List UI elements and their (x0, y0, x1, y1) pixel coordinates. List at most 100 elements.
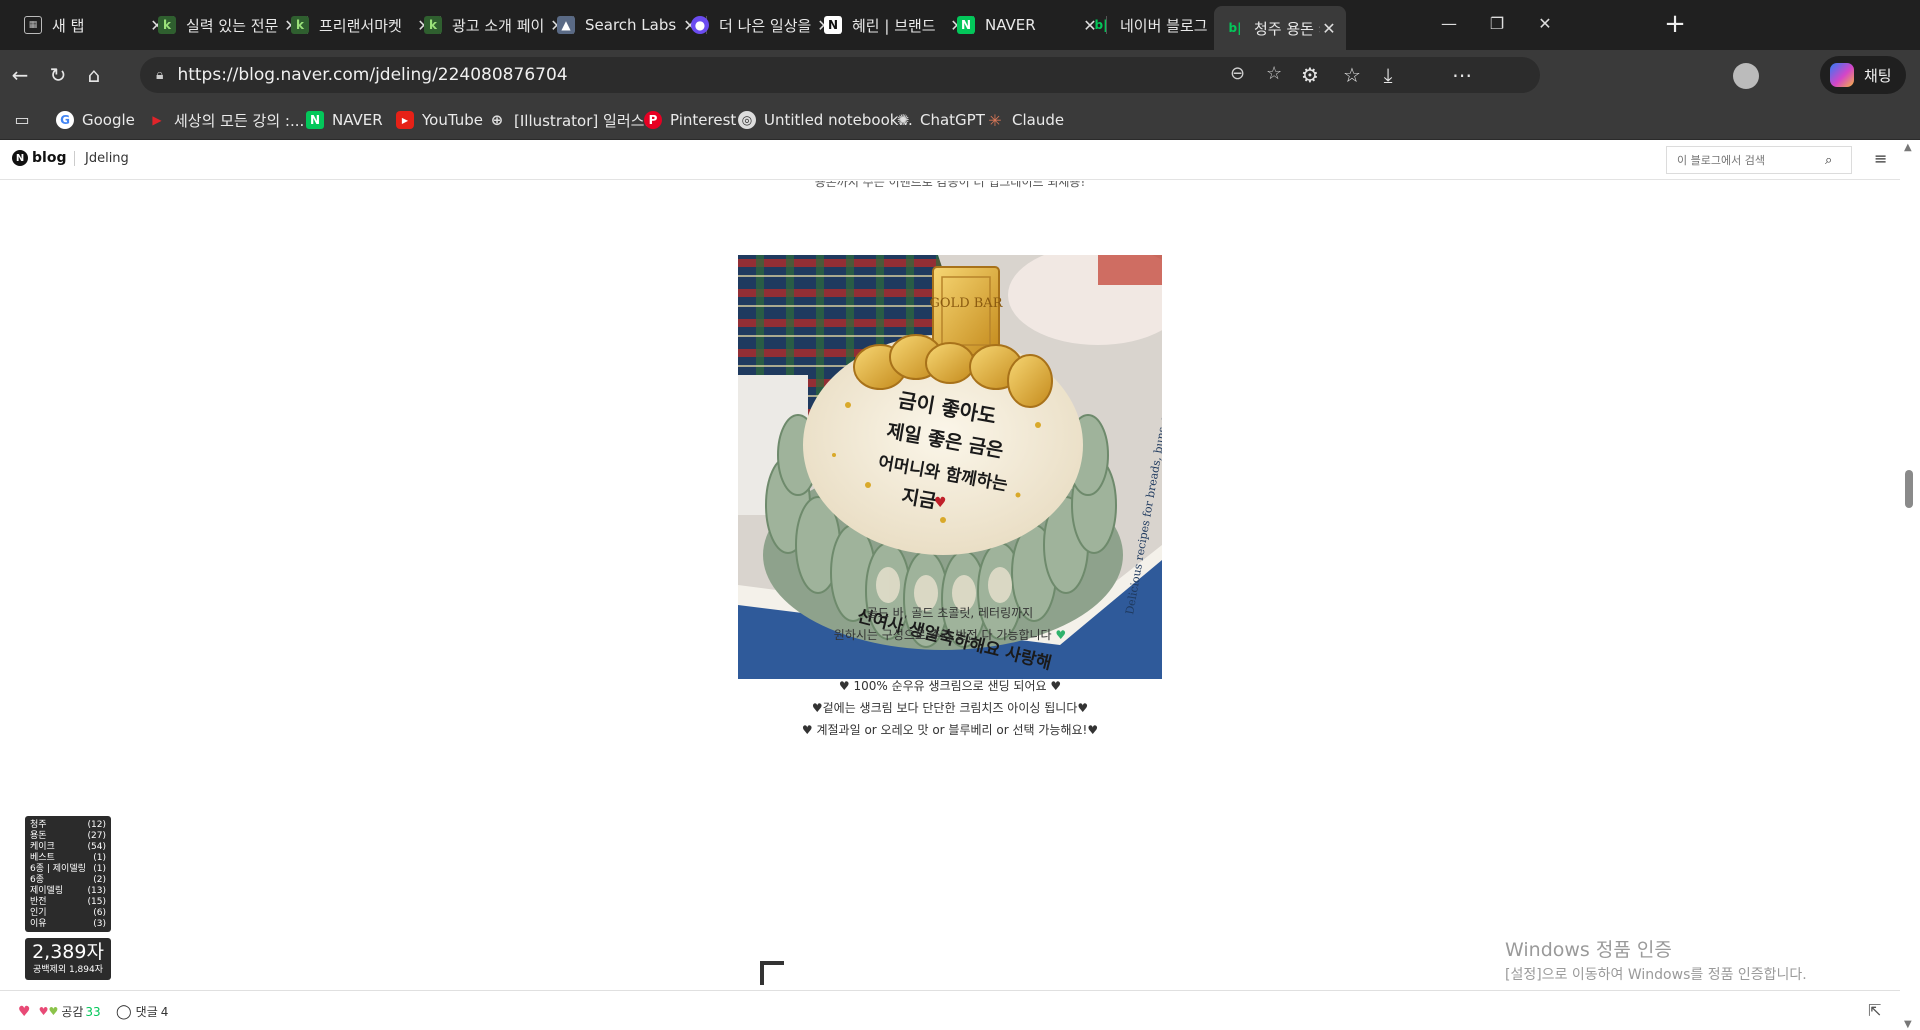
new-tab-button[interactable]: + (1660, 10, 1690, 40)
scroll-up-icon[interactable]: ▲ (1904, 142, 1912, 153)
tag-name: 인기 (30, 908, 47, 918)
post-paragraph: 골드 바, 골드 초콜릿, 레터링까지 원하시는 구성으로 추가 반전 다 가능… (0, 602, 1900, 646)
zoom-icon[interactable]: ⊖ (1230, 63, 1245, 84)
gold-bar-text: GOLD BAR (930, 296, 1004, 311)
image-corner-marker (760, 961, 784, 985)
naver-icon: N (306, 111, 324, 129)
extensions-icon[interactable]: ⚙ (1296, 61, 1324, 89)
minimize-icon[interactable]: — (1426, 8, 1472, 40)
tag-count: (13) (87, 886, 106, 896)
copilot-label: 채팅 (1864, 66, 1892, 85)
tab-label: 네이버 블로그 (1120, 16, 1208, 35)
tag-count: (2) (93, 875, 106, 885)
refresh-icon[interactable]: ↻ (44, 61, 72, 89)
bookmark-youtube[interactable]: ▶ YouTube (396, 108, 483, 132)
like-count: 33 (85, 1004, 101, 1019)
bookmark-label: YouTube (422, 111, 483, 129)
play-icon: ▶ (152, 113, 162, 127)
bookmark-label: 세상의 모든 강의 :... (174, 111, 305, 130)
tag-list-panel: 청주 (12) 용돈 (27) 케이크 (54) 베스트 (1) 6종 | 제이델링 (1… (25, 816, 111, 932)
tag-row[interactable]: 이유 (3) (30, 919, 106, 930)
blog-name-link[interactable]: Jdeling (74, 151, 129, 166)
bookmarks-bar: ▭ G Google ▶ 세상의 모든 강의 :... N NAVER ▶ Yo… (0, 100, 1920, 140)
address-bar[interactable]: 🔒︎ ⊖ ☆ (140, 57, 1540, 93)
kmong-icon: k (158, 16, 176, 34)
tag-name: 6종 | 제이델링 (30, 864, 86, 874)
post-action-bar: ♥ ♥♥ 공감 33 ◯ 댓글 4 ⇱ (0, 990, 1900, 1030)
post-text-line: 겉에는 생크림 보다 단단한 크림치즈 아이싱 됩니다 (822, 701, 1078, 715)
bookmark-naver[interactable]: N NAVER (306, 108, 383, 132)
notebook-icon: ◎ (738, 111, 756, 129)
site-info-icon[interactable]: 🔒︎ (156, 67, 163, 83)
tab-label: 새 탭 (52, 16, 85, 35)
bookmark-illustrator[interactable]: ⊕ [Illustrator] 일러스... (488, 108, 659, 132)
url-input[interactable] (175, 64, 1376, 86)
bookmark-lectures[interactable]: ▶ 세상의 모든 강의 :... (148, 108, 304, 132)
collections-icon[interactable]: ▭ (8, 106, 36, 134)
tab-current-blog-post[interactable]: b| 청주 용돈 케이 ✕ (1214, 6, 1346, 50)
naver-icon: N (957, 16, 975, 34)
bookmark-claude[interactable]: ✳ Claude (986, 108, 1064, 132)
notion-icon: N (824, 16, 842, 34)
tag-name: 청주 (30, 820, 47, 830)
heart-icon: ♥ (18, 1003, 31, 1020)
restore-icon[interactable]: ❐ (1474, 8, 1520, 40)
naver-blog-icon: b| (1094, 18, 1108, 32)
scroll-down-icon[interactable]: ▼ (1904, 1019, 1912, 1030)
watermark-subtitle: [설정]으로 이동하여 Windows를 정품 인증합니다. (1505, 967, 1807, 983)
tag-row[interactable]: 케이크 (54) (30, 842, 106, 853)
tab-label: Search Labs (585, 16, 677, 34)
favorites-icon[interactable]: ☆ (1338, 61, 1366, 89)
tab-label: 프리랜서마켓 (319, 16, 402, 35)
bookmark-pinterest[interactable]: P Pinterest (644, 108, 736, 132)
tag-row[interactable]: 베스트 (1) (30, 853, 106, 864)
tag-row[interactable]: 인기 (6) (30, 908, 106, 919)
bookmark-chatgpt[interactable]: ✺ ChatGPT (894, 108, 985, 132)
post-text-line: 용돈까지 주는 이벤트로 감동이 더 업그레이드 되세용! (814, 181, 1086, 189)
tag-row[interactable]: 6종 | 제이델링 (1) (30, 864, 106, 875)
favorite-star-icon[interactable]: ☆ (1266, 63, 1282, 84)
chatgpt-icon: ✺ (896, 111, 910, 129)
tab-label: NAVER (985, 16, 1036, 34)
scrollbar-thumb[interactable] (1905, 470, 1913, 508)
close-window-icon[interactable]: ✕ (1522, 8, 1568, 40)
tag-row[interactable]: 6종 (2) (30, 875, 106, 886)
copilot-chat-button[interactable]: 채팅 (1820, 56, 1906, 94)
search-icon[interactable]: ⌕ (1825, 153, 1832, 168)
share-icon[interactable]: ⇱ (1868, 1001, 1881, 1020)
tab-label: 청주 용돈 케이 (1254, 19, 1320, 38)
naver-blog-logo[interactable]: N blog (12, 150, 66, 166)
tag-row[interactable]: 용돈 (27) (30, 831, 106, 842)
menu-icon[interactable]: ≡ (1874, 149, 1887, 168)
bookmark-notebook[interactable]: ◎ Untitled notebook... (738, 108, 913, 132)
tag-count: (1) (93, 853, 106, 863)
back-icon[interactable]: ← (6, 61, 34, 89)
blog-search[interactable]: ⌕ (1666, 146, 1852, 174)
more-options-icon[interactable]: ⋯ (1448, 61, 1476, 89)
tag-name: 이유 (30, 919, 47, 929)
blog-search-input[interactable] (1675, 152, 1825, 168)
tag-count: (12) (87, 820, 106, 830)
close-icon[interactable]: ✕ (1320, 19, 1338, 38)
home-icon[interactable]: ⌂ (80, 61, 108, 89)
post-text-line: 계절과일 or 오레오 맛 or 블루베리 or 선택 가능해요! (816, 723, 1088, 737)
tag-count: (1) (93, 864, 106, 874)
tag-row[interactable]: 청주 (12) (30, 820, 106, 831)
post-text-line: 골드 바, 골드 초콜릿, 레터링까지 (866, 606, 1034, 620)
black-heart-icon: ♥ (1077, 701, 1089, 715)
bookmark-google[interactable]: G Google (56, 108, 135, 132)
tag-row[interactable]: 반전 (15) (30, 897, 106, 908)
watermark-title: Windows 정품 인증 (1505, 939, 1672, 961)
post-text-line: 원하시는 구성으로 추가 반전 다 가능합니다 (833, 628, 1052, 642)
tab-bar: ▦ 새 탭 ✕ k 실력 있는 전문 ✕ k 프리랜서마켓 ✕ k 광고 소개 … (0, 0, 1920, 50)
profile-avatar[interactable] (1733, 63, 1759, 89)
tag-count: (15) (87, 897, 106, 907)
new-tab-icon: ▦ (24, 16, 42, 34)
like-button[interactable]: ♥ ♥♥ 공감 33 (18, 1003, 101, 1020)
page-scrollbar[interactable]: ▲ ▼ (1900, 140, 1920, 1030)
black-heart-icon: ♥ (1050, 679, 1062, 693)
blog-logo-text: blog (32, 150, 67, 166)
tag-row[interactable]: 제이델링 (13) (30, 886, 106, 897)
download-icon[interactable]: ⤓ (1374, 61, 1402, 89)
comment-button[interactable]: ◯ 댓글 4 (116, 1003, 168, 1020)
